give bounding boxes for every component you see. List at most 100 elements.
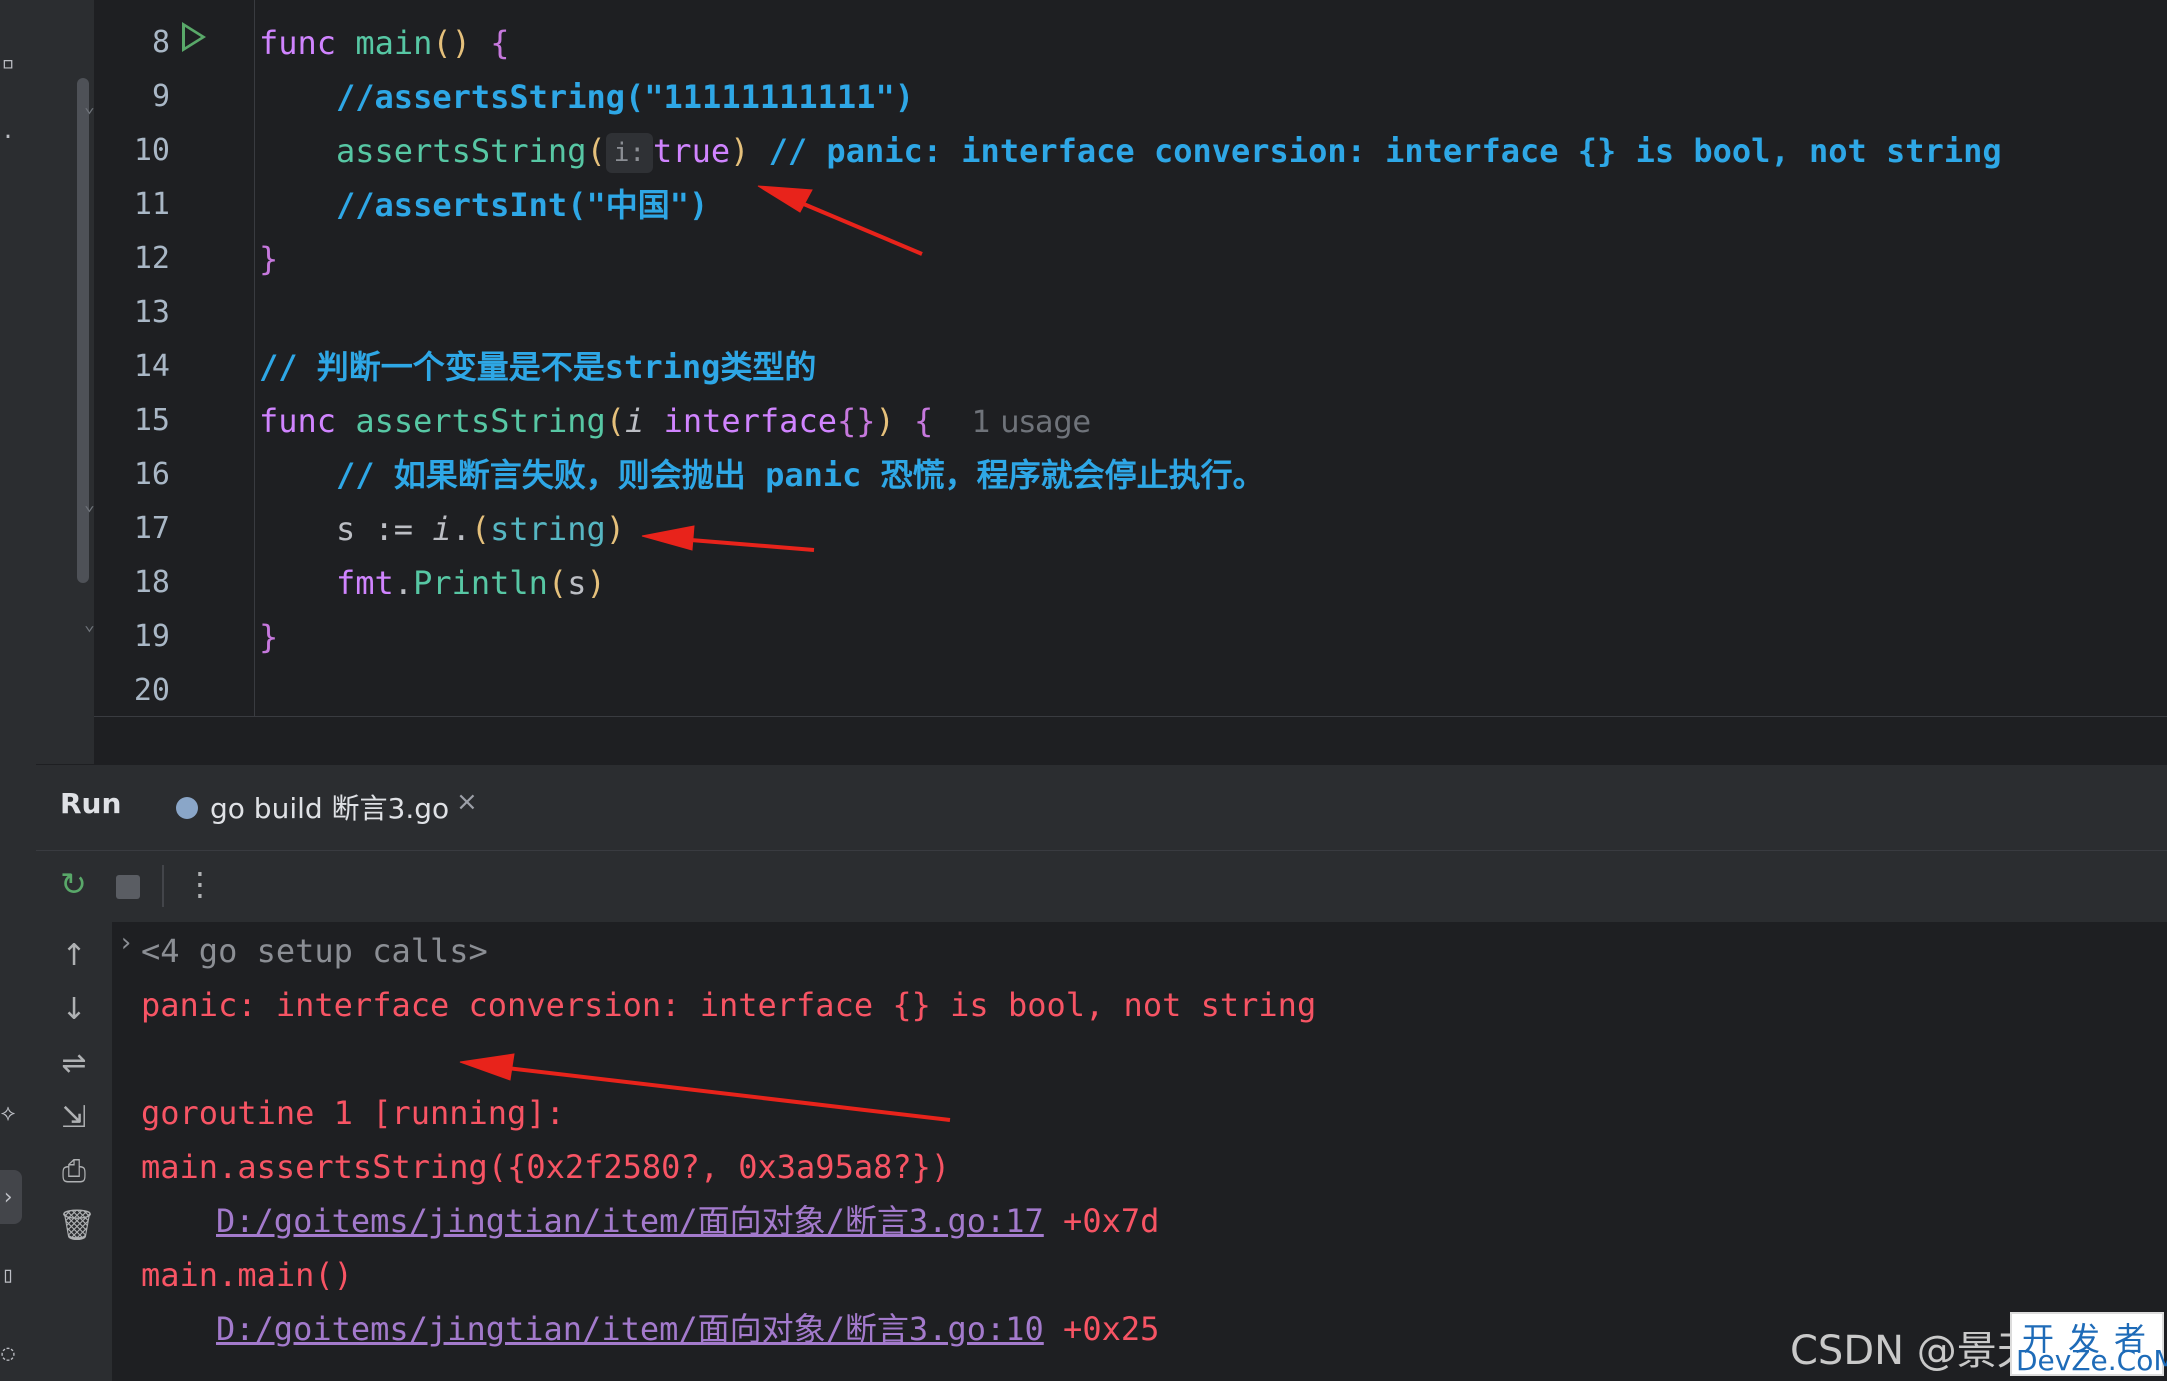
code-line-9[interactable]: //assertsString("11111111111")	[336, 70, 914, 124]
brace: {	[894, 402, 934, 440]
line-number: 18	[133, 565, 170, 600]
usage-hint[interactable]: 1 usage	[972, 405, 1091, 440]
paren: )	[605, 510, 625, 548]
activity-strip: ▫ · ⟡ › ▯ ◌	[0, 0, 37, 1381]
keyword: interface	[644, 402, 837, 440]
gopher-icon	[176, 797, 198, 819]
code-line-17[interactable]: s := i.(string)	[336, 502, 625, 556]
line-number: 9	[151, 79, 170, 114]
code-text: s :=	[336, 510, 433, 548]
code-text: .	[393, 564, 414, 602]
line-number: 14	[133, 349, 170, 384]
line-number: 11	[133, 187, 170, 222]
tab-label: go build 断言3.go	[210, 792, 450, 825]
code-line-15[interactable]: func assertsString(i interface{}) { 1 us…	[259, 394, 1091, 448]
services-icon[interactable]: ⟡	[0, 1100, 16, 1128]
run-toolbar: ↻ ⋮	[36, 850, 2167, 924]
run-panel-header: Run go build 断言3.go ×	[36, 764, 2167, 855]
toolbar-divider	[162, 865, 164, 907]
brace: }	[259, 618, 279, 656]
paren: (	[547, 564, 568, 602]
line-number: 20	[133, 673, 170, 708]
rerun-icon[interactable]: ↻	[60, 865, 87, 903]
paren: )	[730, 132, 750, 170]
identifier: i	[432, 510, 452, 548]
gutter-divider	[254, 0, 255, 716]
scroll-up-icon[interactable]: ↑	[58, 938, 90, 973]
function-call: assertsString	[336, 132, 587, 170]
identifier: s	[567, 564, 587, 602]
panic-message: panic: interface conversion: interface {…	[141, 986, 1317, 1024]
console-side-toolbar: ↑ ↓ ⇌ ⇲ ⎙ 🗑	[36, 922, 112, 1381]
brace: {	[470, 24, 510, 62]
code-line-18[interactable]: fmt.Println(s)	[336, 556, 606, 610]
editor-bottom-border	[94, 716, 2167, 717]
line-number: 17	[133, 511, 170, 546]
badge-text: DevZe.CoM	[2016, 1344, 2167, 1377]
run-panel-title[interactable]: Run	[60, 787, 121, 820]
stack-frame: main.main()	[141, 1256, 353, 1294]
line-number: 13	[133, 295, 170, 330]
close-icon[interactable]: ×	[456, 787, 478, 817]
source-link[interactable]: D:/goitems/jingtian/item/面向对象/断言3.go:17	[216, 1202, 1044, 1240]
line-number: 19	[133, 619, 170, 654]
clear-all-icon[interactable]: 🗑	[58, 1208, 96, 1243]
devze-badge: 开发者 DevZe.CoM	[2010, 1312, 2167, 1377]
parameter-hint: i:	[605, 133, 654, 173]
code-line-14[interactable]: // 判断一个变量是不是string类型的	[259, 340, 816, 394]
stop-icon[interactable]	[116, 875, 140, 899]
line-number: 15	[133, 403, 170, 438]
comment: // panic: interface conversion: interfac…	[749, 132, 2002, 170]
goroutine-header: goroutine 1 [running]:	[141, 1094, 565, 1132]
package-name: fmt	[336, 564, 394, 602]
stack-frame-location: D:/goitems/jingtian/item/面向对象/断言3.go:17 …	[216, 1194, 1159, 1248]
paren: ()	[432, 24, 471, 62]
more-options-icon[interactable]: ⋮	[184, 865, 216, 903]
run-gutter-icon[interactable]	[182, 22, 206, 52]
soft-wrap-icon[interactable]: ⇌	[58, 1046, 90, 1081]
stack-frame: main.assertsString({0x2f2580?, 0x3a95a8?…	[141, 1148, 951, 1186]
code-text: .	[451, 510, 471, 548]
code-line-12[interactable]: }	[259, 232, 278, 286]
bool-literal: true	[653, 132, 731, 170]
comment: //assertsString("11111111111")	[336, 78, 914, 116]
function-call: Println	[413, 564, 548, 602]
paren: (	[586, 132, 606, 170]
code-line-10[interactable]: assertsString(i: true) // panic: interfac…	[336, 124, 2002, 178]
run-icon[interactable]: ›	[0, 1184, 16, 1212]
frame-offset: +0x7d	[1043, 1202, 1160, 1240]
frame-offset: +0x25	[1043, 1310, 1160, 1348]
brace: }	[259, 240, 279, 278]
paren: )	[875, 402, 895, 440]
stack-frame-location: D:/goitems/jingtian/item/面向对象/断言3.go:10 …	[216, 1302, 1159, 1356]
brace: {}	[836, 402, 876, 440]
code-line-19[interactable]: }	[259, 610, 278, 664]
code-line-11[interactable]: //assertsInt("中国")	[336, 178, 708, 232]
keyword: func	[259, 24, 356, 62]
code-line-8[interactable]: func main() {	[259, 16, 509, 70]
function-name: main	[355, 24, 433, 62]
structure-icon[interactable]: ▫	[0, 50, 16, 78]
setup-calls-fold[interactable]: <4 go setup calls>	[141, 924, 488, 978]
comment: // 判断一个变量是不是string类型的	[259, 348, 817, 386]
scroll-down-icon[interactable]: ↓	[58, 992, 90, 1027]
paren: (	[470, 510, 491, 548]
expand-chevron-icon[interactable]: ›	[118, 928, 134, 958]
comment: //assertsInt("中国")	[336, 186, 709, 224]
scroll-to-end-icon[interactable]: ⇲	[58, 1100, 90, 1135]
function-name: assertsString	[355, 402, 606, 440]
print-icon[interactable]: ⎙	[58, 1154, 90, 1189]
problems-icon[interactable]: ◌	[0, 1340, 16, 1368]
type-name: string	[490, 510, 606, 548]
paren: )	[586, 564, 606, 602]
line-number: 8	[151, 25, 170, 60]
line-number: 10	[133, 133, 170, 168]
keyword: func	[259, 402, 356, 440]
terminal-icon[interactable]: ▯	[0, 1262, 16, 1290]
tab-go-build[interactable]: go build 断言3.go ×	[146, 765, 492, 855]
paren: (	[605, 402, 626, 440]
watermark: CSDN @景天	[1790, 1328, 2037, 1374]
more-dot-icon[interactable]: ·	[0, 124, 16, 152]
code-line-16[interactable]: // 如果断言失败，则会抛出 panic 恐慌，程序就会停止执行。	[336, 448, 1265, 502]
source-link[interactable]: D:/goitems/jingtian/item/面向对象/断言3.go:10	[216, 1310, 1044, 1348]
